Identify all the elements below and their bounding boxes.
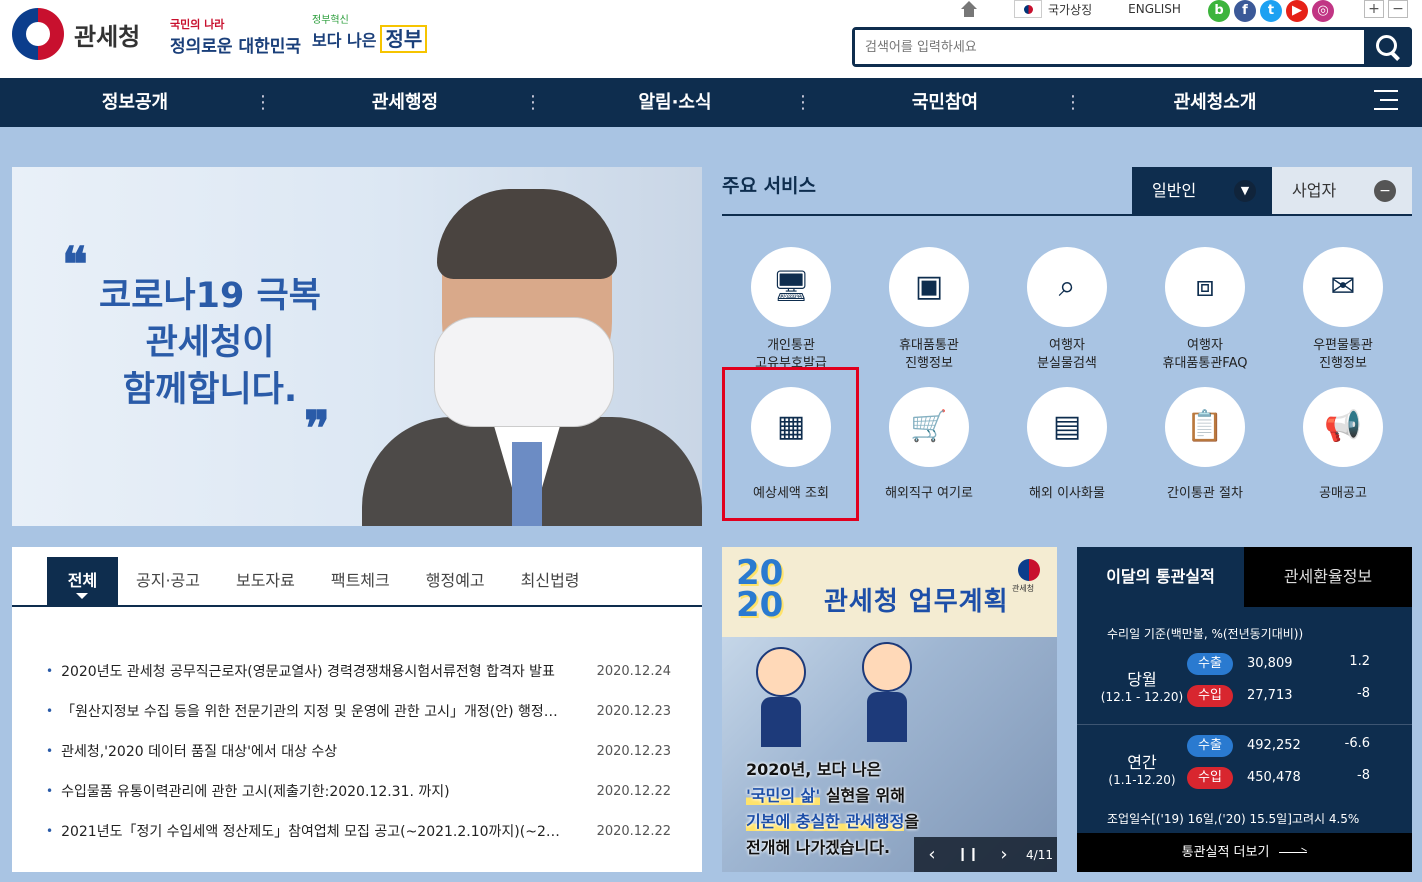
- news-list: 2020년도 관세청 공무직근로자(영문교열사) 경력경쟁채용시험서류전형 합격…: [46, 651, 671, 851]
- english-link[interactable]: ENGLISH: [1128, 2, 1181, 16]
- mascot-boy: [862, 642, 912, 742]
- facebook-icon[interactable]: f: [1234, 0, 1256, 22]
- tab-factcheck[interactable]: 팩트체크: [313, 547, 408, 605]
- zoom-in-button[interactable]: +: [1364, 0, 1384, 18]
- service-baggage-progress[interactable]: ▣ 휴대품통관 진행정보: [860, 247, 998, 373]
- hamburger-menu-icon[interactable]: [1374, 90, 1398, 112]
- nav-customs-admin[interactable]: 관세행정: [270, 78, 542, 127]
- nav-participation[interactable]: 국민참여: [810, 78, 1082, 127]
- pause-button[interactable]: ❙❙: [950, 847, 986, 862]
- list-item[interactable]: 관세청,'2020 데이터 품질 대상'에서 대상 수상2020.12.23: [46, 731, 671, 771]
- service-direct-purchase[interactable]: 🛒 해외직구 여기로: [860, 387, 998, 521]
- utility-bar: 국가상징 ENGLISH: [960, 0, 1189, 18]
- kcs-emblem-icon: [1018, 559, 1040, 581]
- tab-press[interactable]: 보도자료: [218, 547, 313, 605]
- more-stats-link[interactable]: 통관실적 더보기: [1077, 833, 1412, 872]
- import-badge: 수입: [1187, 767, 1233, 789]
- suitcase-icon: ⧈: [1165, 247, 1245, 327]
- nav-about[interactable]: 관세청소개: [1080, 78, 1350, 127]
- banner-text: 코로나19 극복 관세청이 함께합니다.: [99, 276, 321, 410]
- export-badge: 수출: [1187, 735, 1233, 757]
- zoom-controls: + −: [1364, 0, 1412, 18]
- search-box: [852, 27, 1412, 67]
- tab-admin-notice[interactable]: 행정예고: [408, 547, 503, 605]
- computer-icon: 🖥: [751, 247, 831, 327]
- services-title: 주요 서비스: [722, 175, 817, 197]
- service-personal-customs-code[interactable]: 🖥 개인통관 고유부호발급: [722, 247, 860, 373]
- list-item[interactable]: 2020년도 관세청 공무직근로자(영문교열사) 경력경쟁채용시험서류전형 합격…: [46, 651, 671, 691]
- slide-counter: 4/11: [1026, 847, 1053, 862]
- list-item[interactable]: 2021년도「정기 수입세액 정산제도」참여업체 모집 공고(~2021.2.1…: [46, 811, 671, 851]
- tab-monthly-clearance[interactable]: 이달의 통관실적: [1077, 547, 1244, 607]
- service-moving-cargo[interactable]: ▤ 해외 이사화물: [998, 387, 1136, 521]
- logo-text: 관세청: [74, 22, 141, 51]
- search-icon[interactable]: [1364, 27, 1412, 67]
- tab-business[interactable]: 사업자 −: [1272, 167, 1412, 215]
- nav-news[interactable]: 알림·소식: [540, 78, 812, 127]
- stats-month: 당월 (12.1 - 12.20) 수출 30,809 1.2 수입 27,71…: [1077, 652, 1412, 722]
- service-simple-clearance[interactable]: 📋 간이통관 절차: [1136, 387, 1274, 521]
- stats-footnote: 조업일수[('19) 16일,('20) 15.5일]고려시 4.5%: [1107, 812, 1360, 826]
- list-item[interactable]: 수입물품 유통이력관리에 관한 고시(제출기한:2020.12.31. 까지)2…: [46, 771, 671, 811]
- youtube-icon[interactable]: ▶: [1286, 0, 1308, 22]
- header: 관세청 국민의 나라 정의로운 대한민국 정부혁신 보다 나은 정부 국가상징 E…: [0, 0, 1422, 78]
- plan-text: 2020년, 보다 나은 '국민의 삶' 실현을 위해 기본에 충실한 관세행정…: [746, 760, 920, 857]
- main-banner[interactable]: ❝ 코로나19 극복 관세청이 함께합니다. ❞: [12, 167, 702, 526]
- taegeuk-logo-icon: [12, 8, 64, 60]
- plan-year: 2020: [736, 553, 784, 625]
- blog-icon[interactable]: b: [1208, 0, 1230, 22]
- search-input[interactable]: [855, 30, 1355, 64]
- highlight-box: [722, 367, 859, 521]
- box-icon: ▤: [1027, 387, 1107, 467]
- tab-all[interactable]: 전체: [47, 557, 118, 605]
- service-lost-items[interactable]: ⌕ 여행자 분실물검색: [998, 247, 1136, 373]
- slogan-justice-korea[interactable]: 국민의 나라 정의로운 대한민국: [170, 12, 301, 58]
- service-mail-progress[interactable]: ✉ 우편물통관 진행정보: [1274, 247, 1412, 373]
- minus-icon: −: [1374, 180, 1396, 202]
- tab-latest-laws[interactable]: 최신법령: [503, 547, 598, 605]
- tab-exchange-rate[interactable]: 관세환율정보: [1244, 547, 1412, 607]
- stats-note: 수리일 기준(백만불, %(전년동기대비)): [1107, 627, 1304, 641]
- plan-title: 관세청 업무계획: [824, 587, 1009, 617]
- main-services: 주요 서비스 일반인 ▼ 사업자 − 🖥 개인통관 고유부호발급 ▣ 휴대품통관…: [722, 167, 1412, 526]
- kcs-logo[interactable]: 관세청: [12, 8, 140, 60]
- tab-general-public[interactable]: 일반인 ▼: [1132, 167, 1272, 215]
- slogan-gov-innovation[interactable]: 정부혁신 보다 나은 정부: [312, 12, 428, 53]
- commissioner-photo: [362, 187, 702, 526]
- list-item[interactable]: 「원산지정보 수집 등을 위한 전문기관의 지정 및 운영에 관한 고시」개정(…: [46, 691, 671, 731]
- emblem-text: 관세청: [1012, 584, 1035, 593]
- chevron-down-icon: ▼: [1234, 180, 1256, 202]
- main-nav: 정보공개 관세행정 알림·소식 국민참여 관세청소개: [0, 78, 1422, 127]
- flag-icon[interactable]: [1014, 0, 1042, 18]
- close-quote-icon: ❞: [304, 401, 330, 457]
- import-badge: 수입: [1187, 685, 1233, 707]
- zoom-out-button[interactable]: −: [1388, 0, 1408, 18]
- service-traveler-faq[interactable]: ⧈ 여행자 휴대품통관FAQ: [1136, 247, 1274, 373]
- stats-year: 연간 (1.1-12.20) 수출 492,252 -6.6 수입 450,47…: [1108, 735, 1370, 789]
- national-symbol-link[interactable]: 국가상징: [1048, 1, 1092, 18]
- mail-icon: ✉: [1303, 247, 1383, 327]
- work-plan-banner[interactable]: 2020 관세청 업무계획 관세청 2020년, 보다 나은 '국민의 삶' 실…: [722, 547, 1057, 872]
- news-tabs: 전체 공지·공고 보도자료 팩트체크 행정예고 최신법령: [12, 547, 702, 607]
- export-badge: 수출: [1187, 653, 1233, 675]
- mascot-girl: [756, 647, 806, 747]
- megaphone-icon: 📢: [1303, 387, 1383, 467]
- home-icon[interactable]: [960, 1, 978, 17]
- slide-controls: ‹ ❙❙ › 4/11: [914, 837, 1057, 872]
- magnifier-icon: ⌕: [1027, 247, 1107, 327]
- instagram-icon[interactable]: ◎: [1312, 0, 1334, 22]
- prev-slide-button[interactable]: ‹: [914, 844, 950, 865]
- clipboard-icon: 📋: [1165, 387, 1245, 467]
- tab-notices[interactable]: 공지·공고: [118, 547, 218, 605]
- next-slide-button[interactable]: ›: [986, 844, 1022, 865]
- news-board: 전체 공지·공고 보도자료 팩트체크 행정예고 최신법령 2020년도 관세청 …: [12, 547, 702, 872]
- nav-info-disclosure[interactable]: 정보공개: [0, 78, 272, 127]
- sns-links: b f t ▶ ◎: [1208, 0, 1338, 22]
- customs-stats: 이달의 통관실적 관세환율정보 수리일 기준(백만불, %(전년동기대비)) 당…: [1077, 547, 1412, 872]
- screen-icon: ▣: [889, 247, 969, 327]
- service-public-auction[interactable]: 📢 공매공고: [1274, 387, 1412, 521]
- arrow-right-icon: [1279, 852, 1308, 853]
- twitter-icon[interactable]: t: [1260, 0, 1282, 22]
- cart-icon: 🛒: [889, 387, 969, 467]
